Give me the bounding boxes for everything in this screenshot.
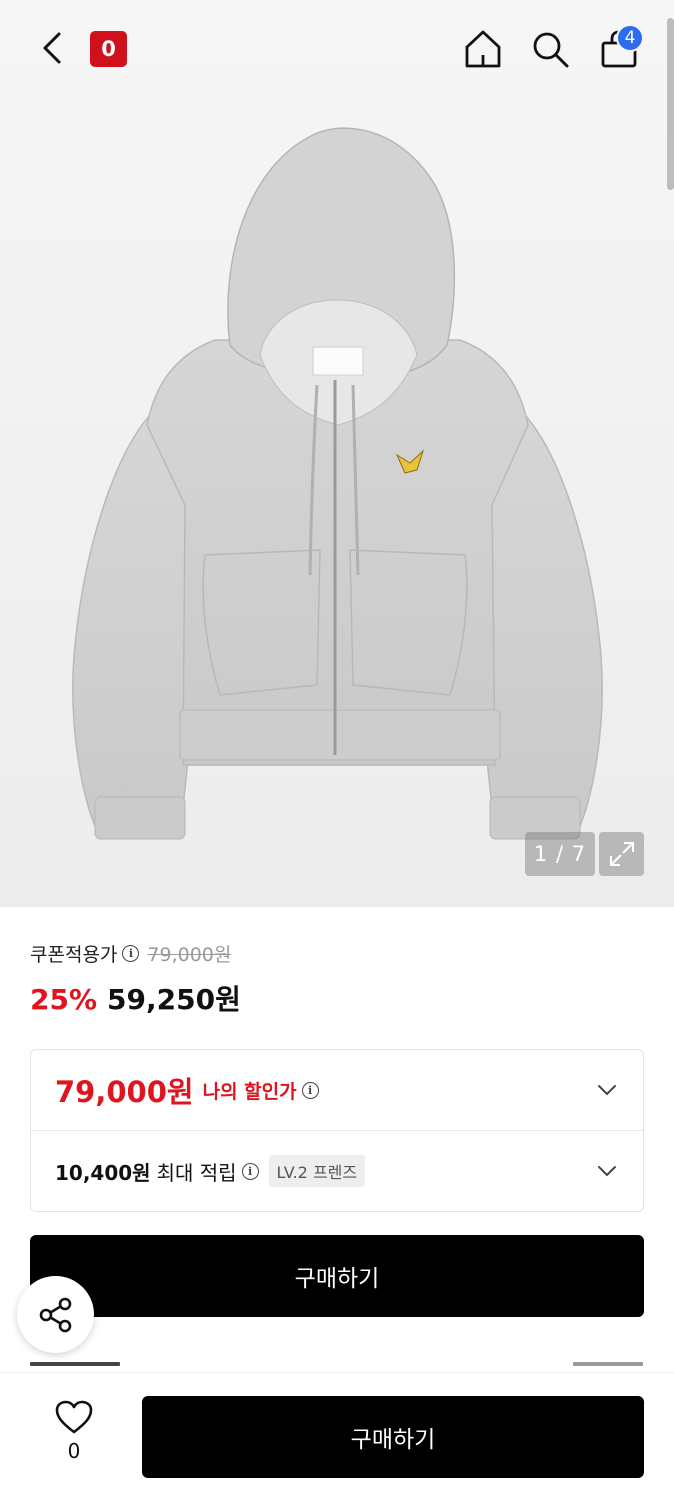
cart-count-badge: 4 — [616, 24, 644, 52]
info-icon[interactable]: i — [241, 1162, 259, 1180]
buy-button[interactable]: 구매하기 — [30, 1235, 644, 1317]
expand-image-button[interactable] — [599, 832, 644, 876]
my-discount-price: 79,000원 — [55, 1075, 194, 1109]
search-icon — [533, 32, 569, 68]
info-icon[interactable]: i — [122, 944, 140, 962]
price-section: 쿠폰적용가 i 79,000원 25% 59,250원 — [30, 938, 644, 1018]
original-price: 79,000원 — [147, 943, 232, 966]
chevron-left-icon — [43, 32, 61, 64]
points-row[interactable]: 10,400원 최대 적립 i LV.2 프렌즈 — [31, 1131, 643, 1211]
points-amount: 10,400원 — [55, 1160, 151, 1185]
my-discount-label: 나의 할인가 — [202, 1080, 297, 1103]
product-gallery[interactable]: 0 4 1 / 7 — [0, 0, 674, 907]
chevron-down-icon — [598, 1085, 616, 1096]
image-counter: 1 / 7 — [525, 832, 595, 876]
brand-logo-badge[interactable]: 0 — [90, 31, 127, 67]
expand-icon — [609, 842, 634, 866]
share-icon — [39, 1297, 71, 1332]
like-count: 0 — [67, 1439, 81, 1463]
benefit-box: 79,000원 나의 할인가 i 10,400원 최대 적립 i LV.2 프렌… — [30, 1049, 644, 1212]
chevron-down-icon — [598, 1166, 616, 1177]
search-button[interactable] — [527, 26, 573, 72]
top-navigation: 0 4 — [0, 0, 674, 100]
my-discount-row[interactable]: 79,000원 나의 할인가 i — [31, 1050, 643, 1131]
share-button[interactable] — [17, 1276, 94, 1353]
coupon-price-label: 쿠폰적용가 — [30, 943, 118, 966]
bottom-action-bar: 0 구매하기 — [0, 1372, 674, 1500]
back-button[interactable] — [30, 26, 74, 70]
buy-button-bottom[interactable]: 구매하기 — [142, 1396, 644, 1478]
section-link-fragment — [573, 1362, 643, 1366]
product-image — [72, 127, 603, 840]
home-button[interactable] — [460, 26, 506, 72]
info-icon[interactable]: i — [301, 1081, 319, 1099]
like-button[interactable]: 0 — [40, 1399, 108, 1469]
section-title-fragment — [30, 1362, 120, 1366]
sale-price: 59,250원 — [107, 983, 241, 1016]
discount-rate: 25% — [30, 983, 98, 1016]
home-icon — [465, 30, 501, 68]
points-label: 최대 적립 — [156, 1160, 237, 1185]
membership-level-tag: LV.2 프렌즈 — [268, 1155, 366, 1187]
heart-icon — [55, 1400, 93, 1434]
next-section-peek — [0, 1362, 674, 1372]
